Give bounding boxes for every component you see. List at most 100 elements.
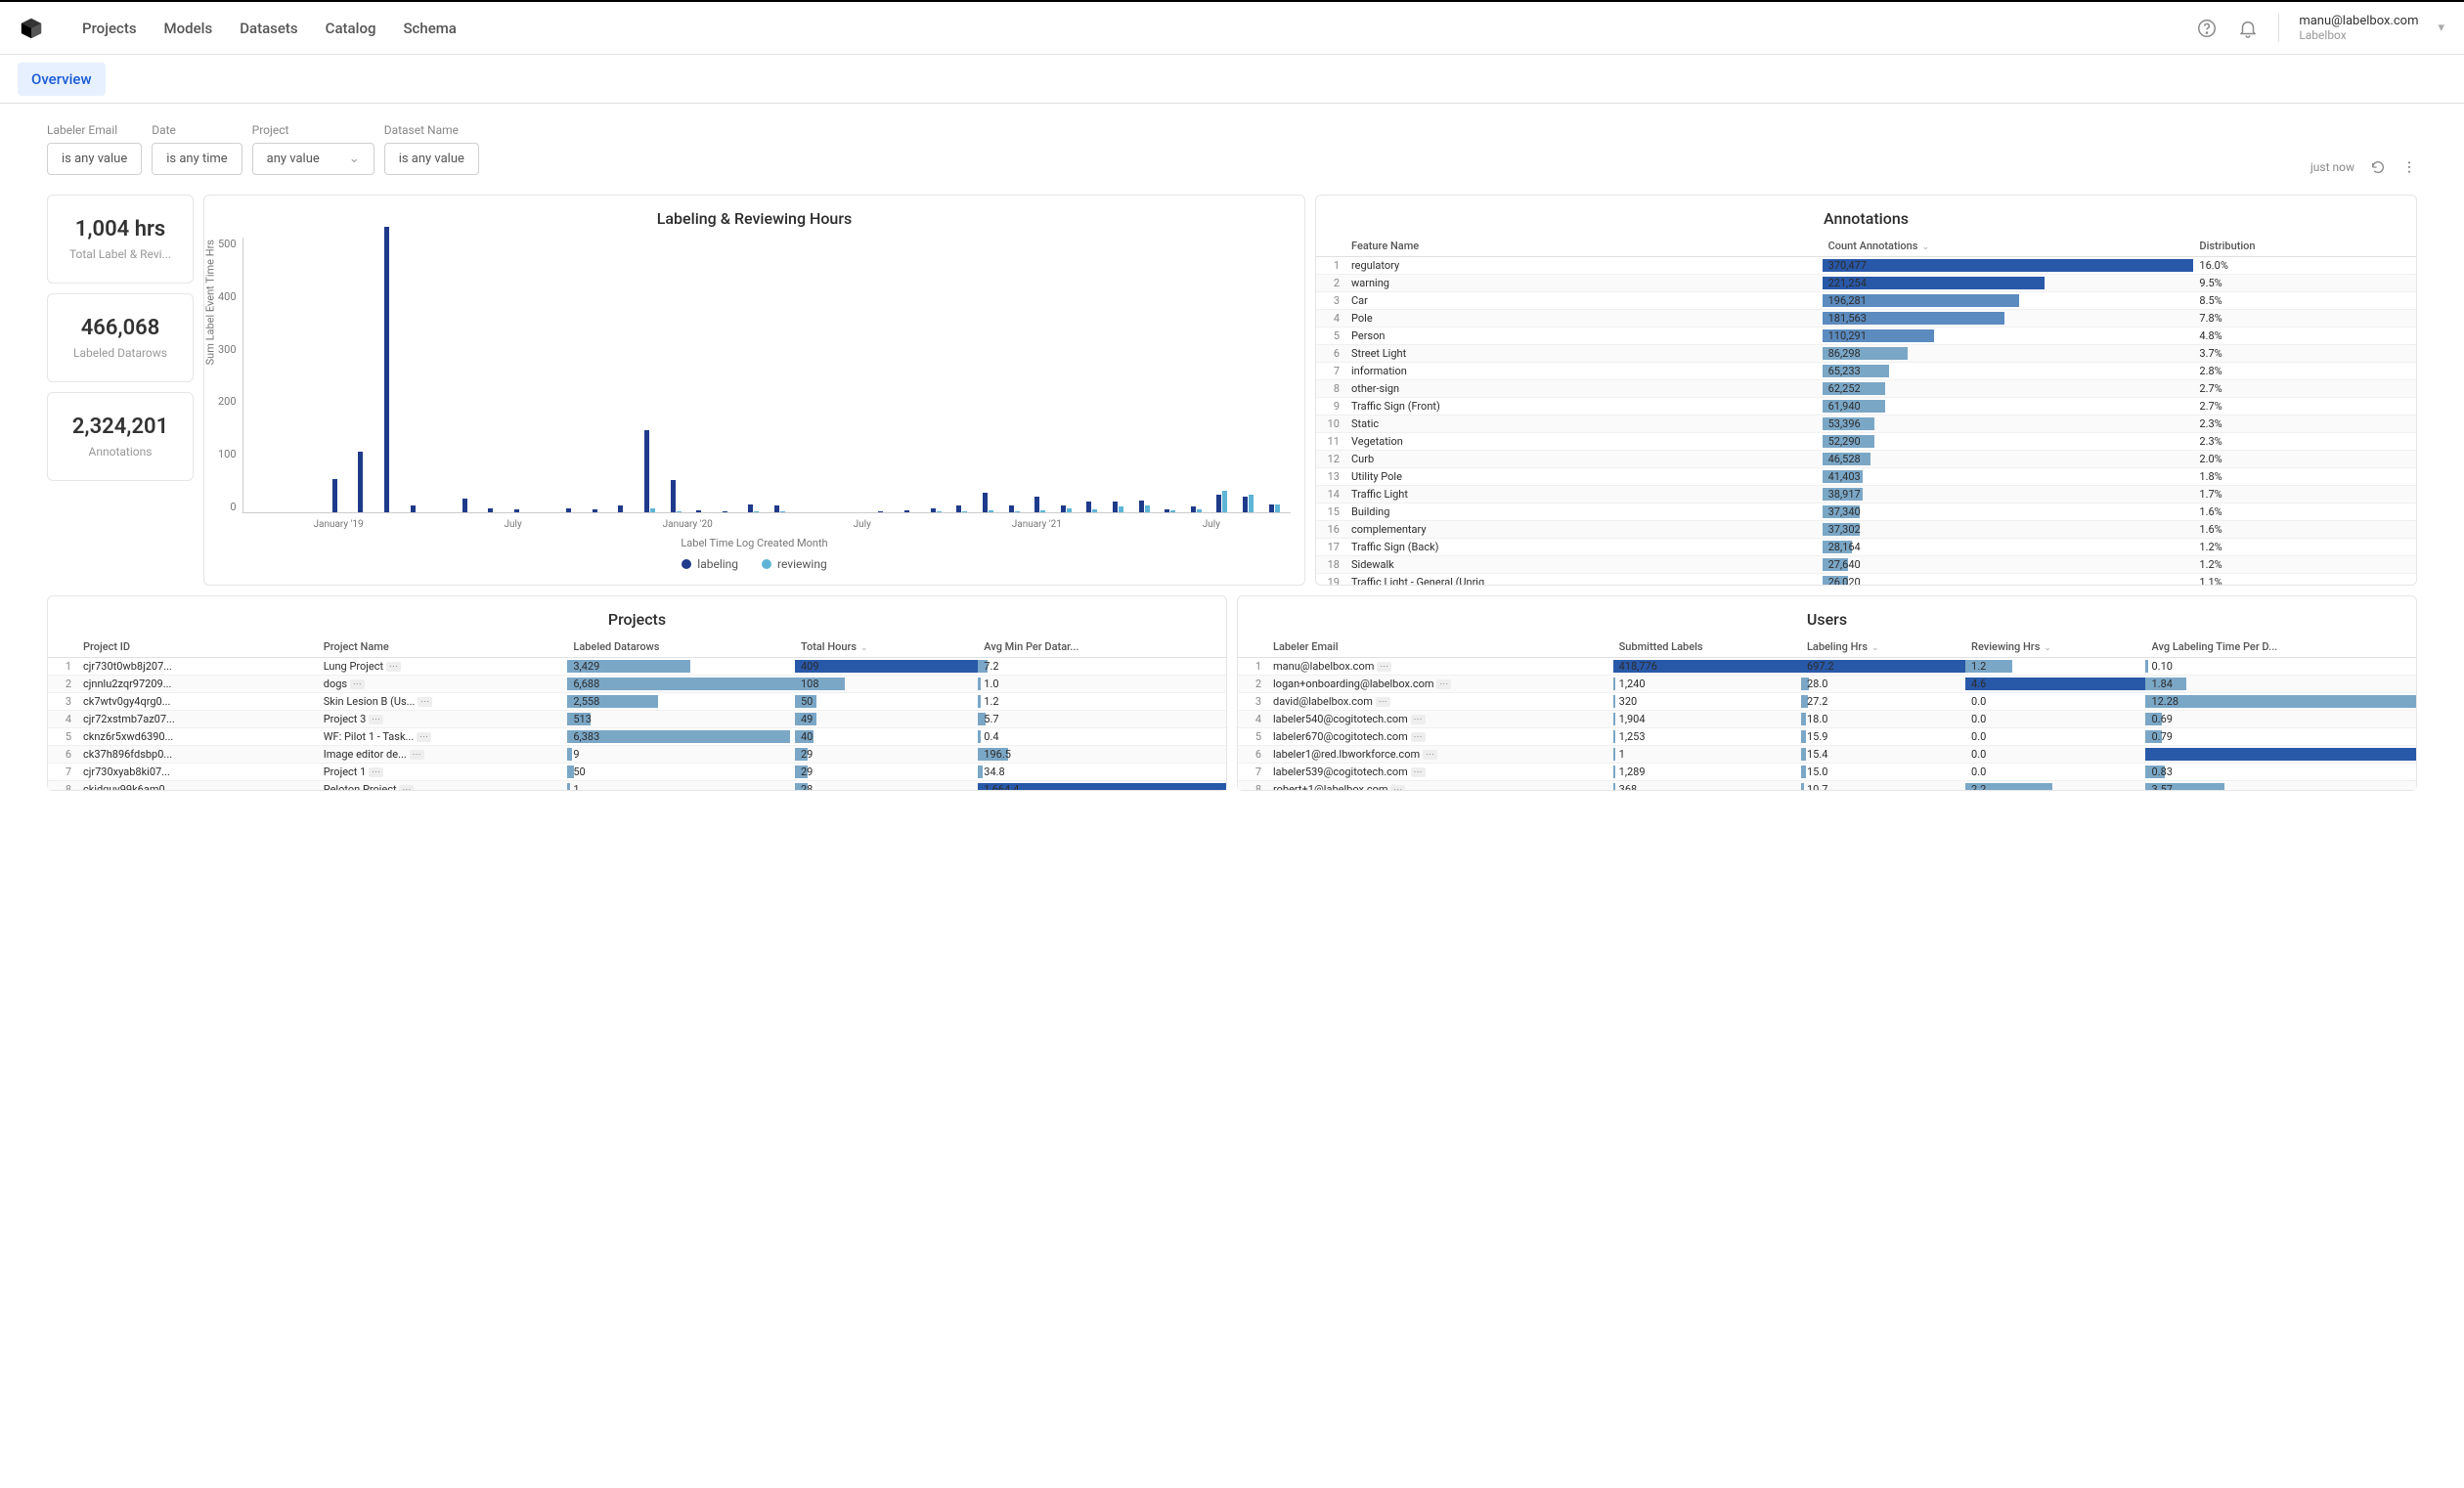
table-row[interactable]: 7 cjr730xyab8ki07... Project 1 ⋯ 50 29 3… bbox=[48, 764, 1226, 781]
bar-group[interactable] bbox=[846, 238, 871, 512]
table-row[interactable]: 3 ck7wtv0gy4qrg0... Skin Lesion B (Us...… bbox=[48, 693, 1226, 711]
ellipsis-icon[interactable]: ⋯ bbox=[369, 767, 383, 777]
ellipsis-icon[interactable]: ⋯ bbox=[418, 697, 432, 707]
table-row[interactable]: 16complementary 37,302 1.6% bbox=[1316, 521, 2416, 539]
table-row[interactable]: 6 labeler1@red.lbworkforce.com ⋯ 1 15.4 … bbox=[1238, 746, 2416, 764]
ellipsis-icon[interactable]: ⋯ bbox=[1390, 785, 1405, 790]
bar-group[interactable] bbox=[1106, 238, 1131, 512]
th-feature[interactable]: Feature Name bbox=[1345, 236, 1823, 257]
bar-group[interactable] bbox=[559, 238, 585, 512]
table-row[interactable]: 1 cjr730t0wb8j207... Lung Project ⋯ 3,42… bbox=[48, 658, 1226, 676]
nav-schema[interactable]: Schema bbox=[403, 20, 456, 37]
nav-projects[interactable]: Projects bbox=[82, 20, 137, 37]
table-row[interactable]: 19Traffic Light - General (Unrig 26,020 … bbox=[1316, 574, 2416, 586]
bar-group[interactable] bbox=[689, 238, 715, 512]
bar-group[interactable] bbox=[716, 238, 741, 512]
table-row[interactable]: 2 cjnnlu2zqr97209... dogs ⋯ 6,688 108 1.… bbox=[48, 676, 1226, 693]
bar-group[interactable] bbox=[1001, 238, 1027, 512]
ellipsis-icon[interactable]: ⋯ bbox=[1411, 715, 1426, 724]
bar-group[interactable] bbox=[793, 238, 818, 512]
th[interactable]: Labeler Email bbox=[1267, 636, 1613, 658]
bar-group[interactable] bbox=[273, 238, 298, 512]
table-row[interactable]: 5 cknz6r5xwd6390... WF: Pilot 1 - Task..… bbox=[48, 728, 1226, 746]
table-row[interactable]: 1 manu@labelbox.com ⋯ 418,776 697.2 1.2 … bbox=[1238, 658, 2416, 676]
bar-group[interactable] bbox=[325, 238, 350, 512]
th-count[interactable]: Count Annotations⌄ bbox=[1823, 236, 2194, 257]
help-icon[interactable] bbox=[2196, 18, 2218, 39]
table-row[interactable]: 3 david@labelbox.com ⋯ 320 27.2 0.0 12.2… bbox=[1238, 693, 2416, 711]
ellipsis-icon[interactable]: ⋯ bbox=[417, 732, 431, 742]
bar-group[interactable] bbox=[1028, 238, 1053, 512]
table-row[interactable]: 2warning 221,254 9.5% bbox=[1316, 275, 2416, 292]
filter-date[interactable]: is any time bbox=[152, 143, 242, 175]
table-row[interactable]: 4 labeler540@cogitotech.com ⋯ 1,904 18.0… bbox=[1238, 711, 2416, 728]
bar-group[interactable] bbox=[429, 238, 455, 512]
table-row[interactable]: 6 ck37h896fdsbp0... Image editor de... ⋯… bbox=[48, 746, 1226, 764]
table-row[interactable]: 1regulatory 370,477 16.0% bbox=[1316, 257, 2416, 275]
legend-item[interactable]: labeling bbox=[682, 557, 738, 571]
bar-group[interactable] bbox=[585, 238, 610, 512]
bar-group[interactable] bbox=[1053, 238, 1078, 512]
bar-group[interactable] bbox=[923, 238, 948, 512]
th[interactable] bbox=[1238, 636, 1267, 658]
table-row[interactable]: 4 cjr72xstmb7az07... Project 3 ⋯ 513 49 … bbox=[48, 711, 1226, 728]
table-row[interactable]: 12Curb 46,528 2.0% bbox=[1316, 451, 2416, 468]
th[interactable]: Total Hours⌄ bbox=[795, 636, 978, 658]
filter-dataset name[interactable]: is any value bbox=[384, 143, 479, 175]
filter-labeler email[interactable]: is any value bbox=[47, 143, 142, 175]
bell-icon[interactable] bbox=[2237, 18, 2259, 39]
table-row[interactable]: 13Utility Pole 41,403 1.8% bbox=[1316, 468, 2416, 486]
th[interactable]: Labeled Datarows bbox=[567, 636, 795, 658]
bar-group[interactable] bbox=[949, 238, 975, 512]
bar-group[interactable] bbox=[976, 238, 1001, 512]
legend-item[interactable]: reviewing bbox=[762, 557, 827, 571]
th[interactable]: Submitted Labels bbox=[1613, 636, 1801, 658]
table-row[interactable]: 18Sidewalk 27,640 1.2% bbox=[1316, 556, 2416, 574]
bar-group[interactable] bbox=[507, 238, 533, 512]
th[interactable]: Project Name bbox=[318, 636, 568, 658]
bar-group[interactable] bbox=[768, 238, 793, 512]
bar-group[interactable] bbox=[1183, 238, 1209, 512]
nav-datasets[interactable]: Datasets bbox=[240, 20, 297, 37]
bar-group[interactable] bbox=[299, 238, 325, 512]
ellipsis-icon[interactable]: ⋯ bbox=[369, 715, 383, 724]
bar-group[interactable] bbox=[1079, 238, 1105, 512]
ellipsis-icon[interactable]: ⋯ bbox=[1423, 750, 1437, 760]
ellipsis-icon[interactable]: ⋯ bbox=[350, 679, 365, 689]
nav-catalog[interactable]: Catalog bbox=[326, 20, 376, 37]
bar-group[interactable] bbox=[403, 238, 428, 512]
kebab-icon[interactable] bbox=[2401, 159, 2417, 175]
nav-models[interactable]: Models bbox=[164, 20, 213, 37]
table-row[interactable]: 7 labeler539@cogitotech.com ⋯ 1,289 15.0… bbox=[1238, 764, 2416, 781]
ellipsis-icon[interactable]: ⋯ bbox=[1411, 767, 1426, 777]
th[interactable]: Labeling Hrs⌄ bbox=[1801, 636, 1965, 658]
account-menu[interactable]: manu@labelbox.com Labelbox ▾ bbox=[2278, 14, 2444, 42]
table-row[interactable]: 9Traffic Sign (Front) 61,940 2.7% bbox=[1316, 398, 2416, 416]
bar-group[interactable] bbox=[1210, 238, 1235, 512]
ellipsis-icon[interactable]: ⋯ bbox=[1377, 662, 1391, 672]
ellipsis-icon[interactable]: ⋯ bbox=[386, 662, 401, 672]
table-row[interactable]: 8 ckjdguv99k6am0... Peloton Project ⋯ 1 … bbox=[48, 781, 1226, 791]
tab-overview[interactable]: Overview bbox=[18, 63, 106, 96]
bar-group[interactable] bbox=[533, 238, 558, 512]
bar-group[interactable] bbox=[455, 238, 480, 512]
ellipsis-icon[interactable]: ⋯ bbox=[399, 785, 414, 790]
bar-group[interactable] bbox=[741, 238, 767, 512]
bar-group[interactable] bbox=[247, 238, 273, 512]
table-row[interactable]: 8other-sign 62,252 2.7% bbox=[1316, 380, 2416, 398]
bar-group[interactable] bbox=[1236, 238, 1261, 512]
refresh-icon[interactable] bbox=[2370, 159, 2386, 175]
bar-group[interactable] bbox=[638, 238, 663, 512]
table-row[interactable]: 4Pole 181,563 7.8% bbox=[1316, 310, 2416, 328]
ellipsis-icon[interactable]: ⋯ bbox=[410, 750, 424, 760]
table-row[interactable]: 11Vegetation 52,290 2.3% bbox=[1316, 433, 2416, 451]
th[interactable]: Reviewing Hrs⌄ bbox=[1965, 636, 2145, 658]
table-row[interactable]: 14Traffic Light 38,917 1.7% bbox=[1316, 486, 2416, 503]
table-row[interactable]: 8 robert+1@labelbox.com ⋯ 368 10.7 2.2 3… bbox=[1238, 781, 2416, 791]
filter-project[interactable]: any value⌄ bbox=[252, 143, 374, 175]
bar-group[interactable] bbox=[377, 238, 403, 512]
table-row[interactable]: 15Building 37,340 1.6% bbox=[1316, 503, 2416, 521]
bar-group[interactable] bbox=[871, 238, 897, 512]
ellipsis-icon[interactable]: ⋯ bbox=[1436, 679, 1451, 689]
table-row[interactable]: 7information 65,233 2.8% bbox=[1316, 363, 2416, 380]
